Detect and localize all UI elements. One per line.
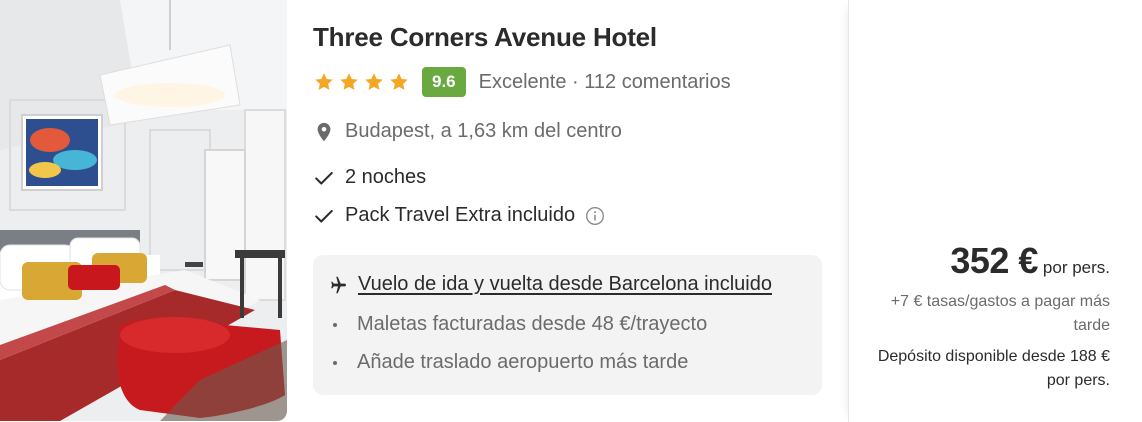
hotel-name[interactable]: Three Corners Avenue Hotel xyxy=(313,22,657,53)
location-text: Budapest, a 1,63 km del centro xyxy=(345,120,622,142)
bullet-text: Maletas facturadas desde 48 €/trayecto xyxy=(357,313,708,335)
flight-bullet: Maletas facturadas desde 48 €/trayecto xyxy=(333,313,707,336)
flight-box: Vuelo de ida y vuelta desde Barcelona in… xyxy=(313,255,822,395)
taxes-note: +7 € tasas/gastos a pagar más tarde xyxy=(890,293,1110,334)
star-icon xyxy=(340,73,358,90)
hotel-info: Three Corners Avenue Hotel 9.6 Excelente… xyxy=(313,0,833,422)
star-icon xyxy=(315,73,333,90)
rating-row: 9.6 Excelente · 112 comentarios xyxy=(313,66,731,98)
deposit-note: Depósito disponible desde 188 € por pers… xyxy=(877,348,1110,389)
hotel-photo[interactable] xyxy=(0,0,287,421)
feature-pack: Pack Travel Extra incluido xyxy=(313,204,605,227)
flight-link[interactable]: Vuelo de ida y vuelta desde Barcelona in… xyxy=(358,273,772,296)
hotel-card[interactable]: Three Corners Avenue Hotel 9.6 Excelente… xyxy=(0,0,1142,422)
info-icon[interactable] xyxy=(585,206,605,226)
price-unit: por pers. xyxy=(1042,258,1110,277)
flight-bullet: Añade traslado aeropuerto más tarde xyxy=(333,351,688,374)
score-badge: 9.6 xyxy=(422,67,466,97)
check-icon xyxy=(315,209,333,223)
location-pin-icon xyxy=(317,122,331,141)
price-line: 352 € por pers. xyxy=(950,240,1110,282)
star-icon xyxy=(365,73,383,90)
location[interactable]: Budapest, a 1,63 km del centro xyxy=(313,120,622,143)
airplane-icon xyxy=(331,276,346,293)
feature-nights: 2 noches xyxy=(313,166,426,189)
bullet-dot xyxy=(333,322,337,327)
check-icon xyxy=(315,171,333,185)
price-amount: 352 € xyxy=(950,240,1038,281)
price-panel[interactable]: 352 € por pers. +7 € tasas/gastos a paga… xyxy=(848,0,1134,422)
star-rating xyxy=(313,71,410,93)
feature-label: 2 noches xyxy=(345,166,427,188)
rating-text[interactable]: Excelente · 112 comentarios xyxy=(479,71,731,94)
star-icon xyxy=(390,73,408,90)
feature-label: Pack Travel Extra incluido xyxy=(345,204,576,226)
flight-title[interactable]: Vuelo de ida y vuelta desde Barcelona in… xyxy=(326,273,772,296)
bullet-dot xyxy=(333,360,337,365)
bullet-text: Añade traslado aeropuerto más tarde xyxy=(357,351,689,373)
